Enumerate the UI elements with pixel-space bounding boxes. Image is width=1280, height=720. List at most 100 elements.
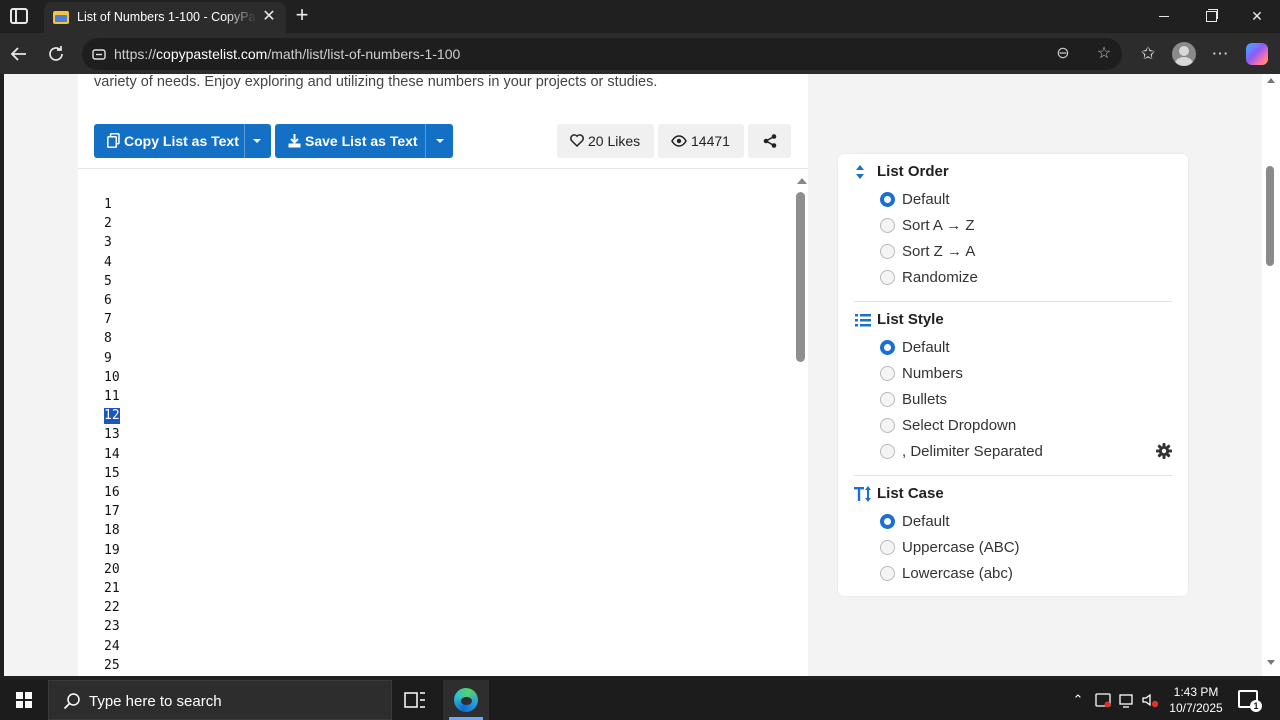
- radio-button[interactable]: [880, 244, 895, 259]
- radio-button[interactable]: [880, 514, 895, 529]
- list-order-option[interactable]: Randomize: [880, 268, 1130, 288]
- list-style-option[interactable]: Select Dropdown: [880, 416, 1130, 436]
- edge-taskbar-button[interactable]: [443, 680, 489, 720]
- url-text[interactable]: https://copypastelist.com/math/list/list…: [114, 46, 460, 62]
- list-card: variety of needs. Enjoy exploring and ut…: [78, 74, 808, 676]
- page-scrollbar[interactable]: [1262, 74, 1280, 676]
- list-item: 24: [104, 638, 120, 654]
- tab-actions-icon[interactable]: [10, 8, 28, 24]
- copy-list-button[interactable]: Copy List as Text: [94, 124, 271, 158]
- list-item: 17: [104, 504, 120, 520]
- reader-mode-icon[interactable]: ⊖: [1053, 44, 1073, 64]
- profile-avatar-icon[interactable]: [1172, 42, 1196, 66]
- list-item: 16: [104, 485, 120, 500]
- radio-button[interactable]: [880, 444, 895, 459]
- list-case-option[interactable]: Default: [880, 512, 1130, 532]
- number-list[interactable]: 1 2 3 4 5 6 7 8 9 10 11 12 13 14 15 16 17 18 19 20 21 22 23 24 2…: [78, 170, 808, 676]
- browser-tab[interactable]: List of Numbers 1-100 - CopyPastelist ✕: [44, 2, 286, 33]
- list-item: 5: [104, 273, 112, 289]
- list-order-option[interactable]: Sort Z → A: [880, 242, 1130, 262]
- meet-now-icon[interactable]: [1094, 691, 1112, 709]
- radio-button[interactable]: [880, 566, 895, 581]
- more-options-icon[interactable]: ⋯: [1208, 42, 1232, 66]
- save-list-label: Save List as Text: [305, 133, 418, 149]
- list-item: 7: [104, 312, 112, 328]
- taskbar-search-box[interactable]: Type here to search: [48, 680, 392, 720]
- save-options-caret-icon[interactable]: [436, 139, 444, 143]
- favorite-star-icon[interactable]: ☆: [1094, 44, 1114, 64]
- option-label: Numbers: [902, 365, 963, 382]
- tab-close-icon[interactable]: ✕: [260, 8, 278, 26]
- edge-icon: [454, 688, 478, 712]
- list-item: 1: [104, 197, 112, 212]
- option-label: , Delimiter Separated: [902, 443, 1043, 460]
- heart-icon: [570, 134, 584, 147]
- list-scrollbar[interactable]: [794, 170, 807, 676]
- radio-button[interactable]: [880, 218, 895, 233]
- option-label: Default: [902, 339, 950, 356]
- taskbar-clock[interactable]: 1:43 PM 10/7/2025: [1168, 684, 1224, 716]
- title-bar: List of Numbers 1-100 - CopyPastelist ✕ …: [0, 0, 1280, 33]
- list-case-option[interactable]: Lowercase (abc): [880, 564, 1130, 584]
- list-style-icon: [855, 314, 871, 327]
- list-style-option[interactable]: Default: [880, 338, 1130, 358]
- option-label: Randomize: [902, 269, 978, 286]
- option-label: Bullets: [902, 391, 948, 408]
- option-label: Select Dropdown: [902, 417, 1017, 434]
- radio-button[interactable]: [880, 392, 895, 407]
- volume-muted-icon[interactable]: [1141, 691, 1159, 709]
- list-style-option[interactable]: , Delimiter Separated: [880, 442, 1130, 462]
- radio-button[interactable]: [880, 366, 895, 381]
- likes-button[interactable]: 20 Likes: [557, 124, 654, 158]
- minimize-window-button[interactable]: [1141, 0, 1187, 33]
- list-style-option[interactable]: Bullets: [880, 390, 1130, 410]
- radio-button[interactable]: [880, 192, 895, 207]
- radio-button[interactable]: [880, 418, 895, 433]
- views-counter: 14471: [658, 124, 744, 158]
- page-scroll-up-icon[interactable]: [1267, 78, 1275, 83]
- new-tab-icon[interactable]: +: [290, 4, 314, 28]
- back-arrow-icon[interactable]: [4, 39, 34, 69]
- list-style-option[interactable]: Numbers: [880, 364, 1130, 384]
- copy-options-caret-icon[interactable]: [253, 139, 261, 143]
- radio-button[interactable]: [880, 270, 895, 285]
- list-scroll-up-icon[interactable]: [797, 178, 807, 184]
- address-bar[interactable]: https://copypastelist.com/math/list/list…: [82, 38, 1122, 70]
- gear-icon[interactable]: [1156, 443, 1172, 459]
- list-scroll-thumb[interactable]: [796, 192, 805, 362]
- list-case-option[interactable]: Uppercase (ABC): [880, 538, 1130, 558]
- download-icon: [288, 134, 301, 148]
- network-icon[interactable]: [1118, 691, 1136, 709]
- options-panel: List Order Default Sort A → Z Sort Z → A Ra…: [838, 154, 1188, 596]
- list-item: 20: [104, 561, 120, 577]
- list-item: 18: [104, 523, 120, 539]
- list-item: 8: [104, 331, 112, 347]
- favorites-icon[interactable]: ✩: [1136, 42, 1160, 66]
- task-view-icon[interactable]: [404, 690, 426, 710]
- start-button[interactable]: [0, 680, 48, 720]
- radio-button[interactable]: [880, 540, 895, 555]
- copilot-icon[interactable]: [1246, 43, 1268, 65]
- list-order-option[interactable]: Default: [880, 190, 1130, 210]
- share-icon: [763, 134, 777, 148]
- list-order-heading: List Order: [877, 163, 949, 180]
- list-item: 13: [104, 427, 120, 443]
- show-hidden-icons-chevron-icon[interactable]: ⌃: [1069, 691, 1087, 709]
- option-label: Sort A → Z: [902, 217, 975, 234]
- radio-button[interactable]: [880, 340, 895, 355]
- share-button[interactable]: [748, 124, 791, 158]
- list-item: 15: [104, 465, 120, 481]
- refresh-icon[interactable]: [41, 39, 71, 69]
- option-label: Uppercase (ABC): [902, 539, 1020, 556]
- copy-list-label: Copy List as Text: [124, 133, 239, 149]
- clock-date: 10/7/2025: [1169, 701, 1223, 715]
- save-list-button[interactable]: Save List as Text: [275, 124, 453, 158]
- close-window-button[interactable]: ✕: [1234, 0, 1280, 33]
- site-info-icon[interactable]: [92, 47, 106, 61]
- page-scroll-thumb[interactable]: [1266, 166, 1274, 266]
- restore-window-button[interactable]: [1187, 0, 1233, 33]
- page-scroll-down-icon[interactable]: [1267, 660, 1275, 665]
- list-style-heading: List Style: [877, 311, 944, 328]
- list-order-option[interactable]: Sort A → Z: [880, 216, 1130, 236]
- list-item: 12: [104, 408, 120, 425]
